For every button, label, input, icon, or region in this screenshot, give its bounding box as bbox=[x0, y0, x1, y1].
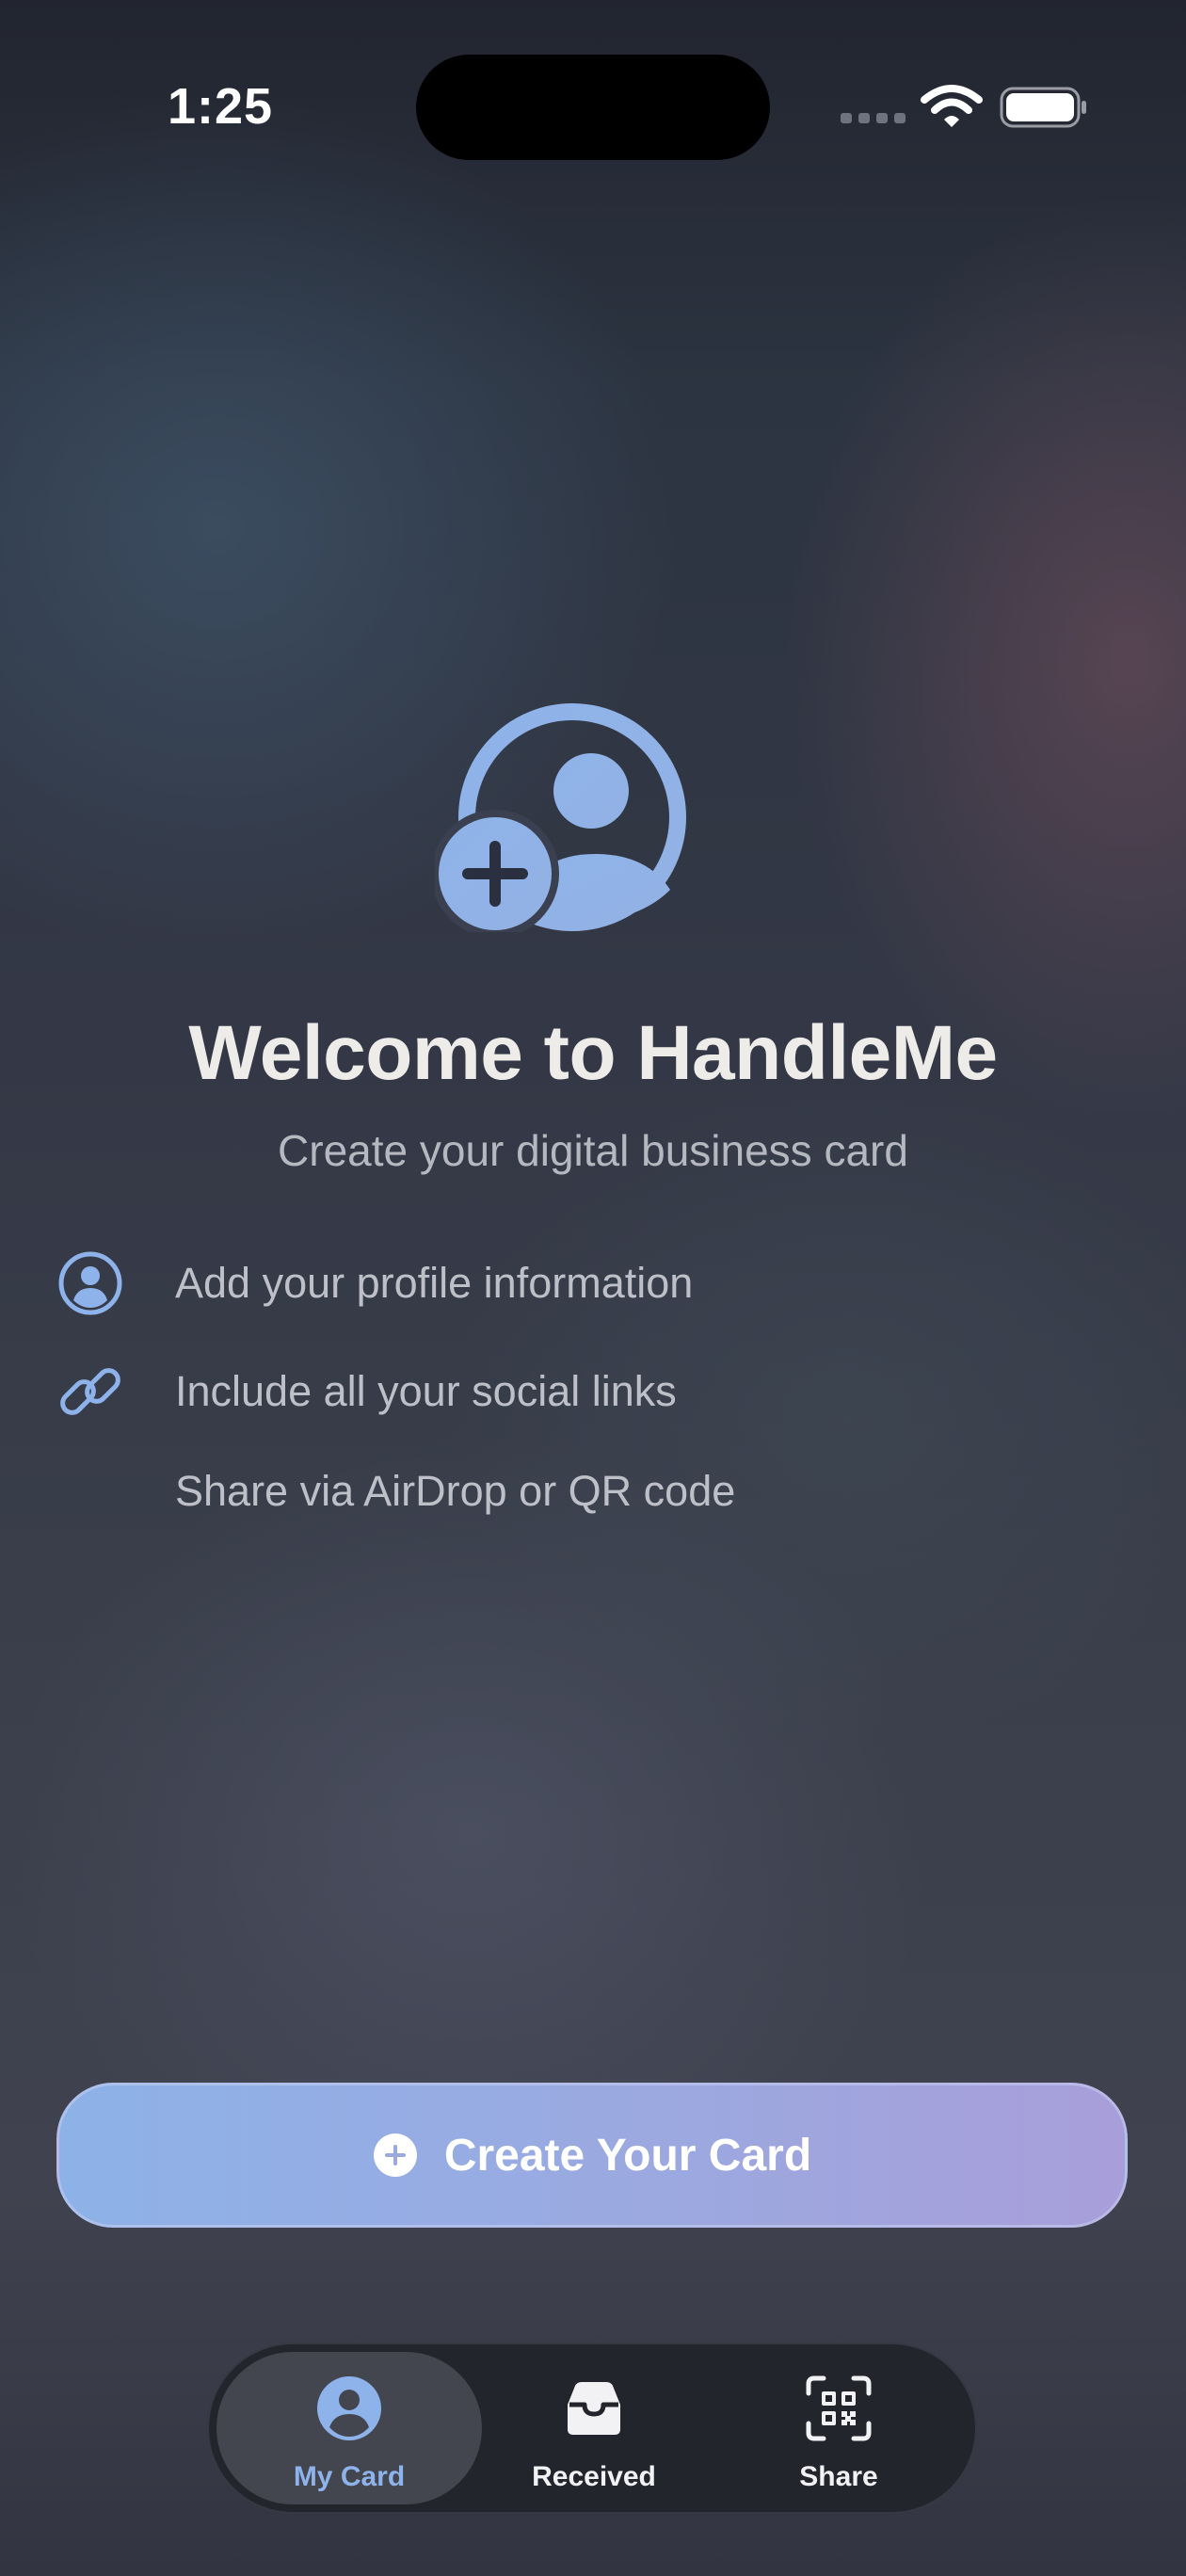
feature-share: Share via AirDrop or QR code bbox=[55, 1456, 735, 1527]
page-title: Welcome to HandleMe bbox=[188, 1010, 998, 1096]
cellular-signal-icon bbox=[841, 113, 906, 123]
feature-profile: Add your profile information bbox=[55, 1248, 693, 1319]
tab-received[interactable]: Received bbox=[461, 2352, 727, 2504]
page-subtitle: Create your digital business card bbox=[278, 1126, 908, 1175]
create-card-label: Create Your Card bbox=[443, 2130, 812, 2181]
battery-icon bbox=[1000, 87, 1086, 128]
feature-social-links: Include all your social links bbox=[55, 1356, 677, 1427]
tab-label: My Card bbox=[293, 2461, 406, 2492]
dynamic-island bbox=[416, 55, 770, 160]
person-circle-icon bbox=[58, 1251, 122, 1315]
tab-label: Share bbox=[799, 2461, 878, 2492]
tab-bar: My Card Received Share bbox=[207, 2343, 977, 2514]
tab-label: Received bbox=[532, 2461, 656, 2492]
create-card-button[interactable]: Create Your Card bbox=[56, 2083, 1128, 2228]
feature-label: Add your profile information bbox=[175, 1259, 694, 1307]
qr-code-viewfinder-icon bbox=[806, 2375, 872, 2441]
qr-code-icon bbox=[55, 1456, 126, 1527]
tab-my-card[interactable]: My Card bbox=[216, 2352, 482, 2504]
plus-circle-icon bbox=[373, 2133, 417, 2177]
feature-label: Share via AirDrop or QR code bbox=[175, 1467, 736, 1515]
person-add-icon bbox=[435, 703, 686, 932]
person-circle-fill-icon bbox=[317, 2376, 381, 2440]
tab-share[interactable]: Share bbox=[706, 2352, 971, 2504]
feature-label: Include all your social links bbox=[175, 1367, 677, 1415]
tray-icon bbox=[568, 2382, 620, 2435]
status-time: 1:25 bbox=[168, 78, 274, 135]
link-icon bbox=[60, 1368, 120, 1415]
wifi-icon bbox=[921, 85, 983, 127]
